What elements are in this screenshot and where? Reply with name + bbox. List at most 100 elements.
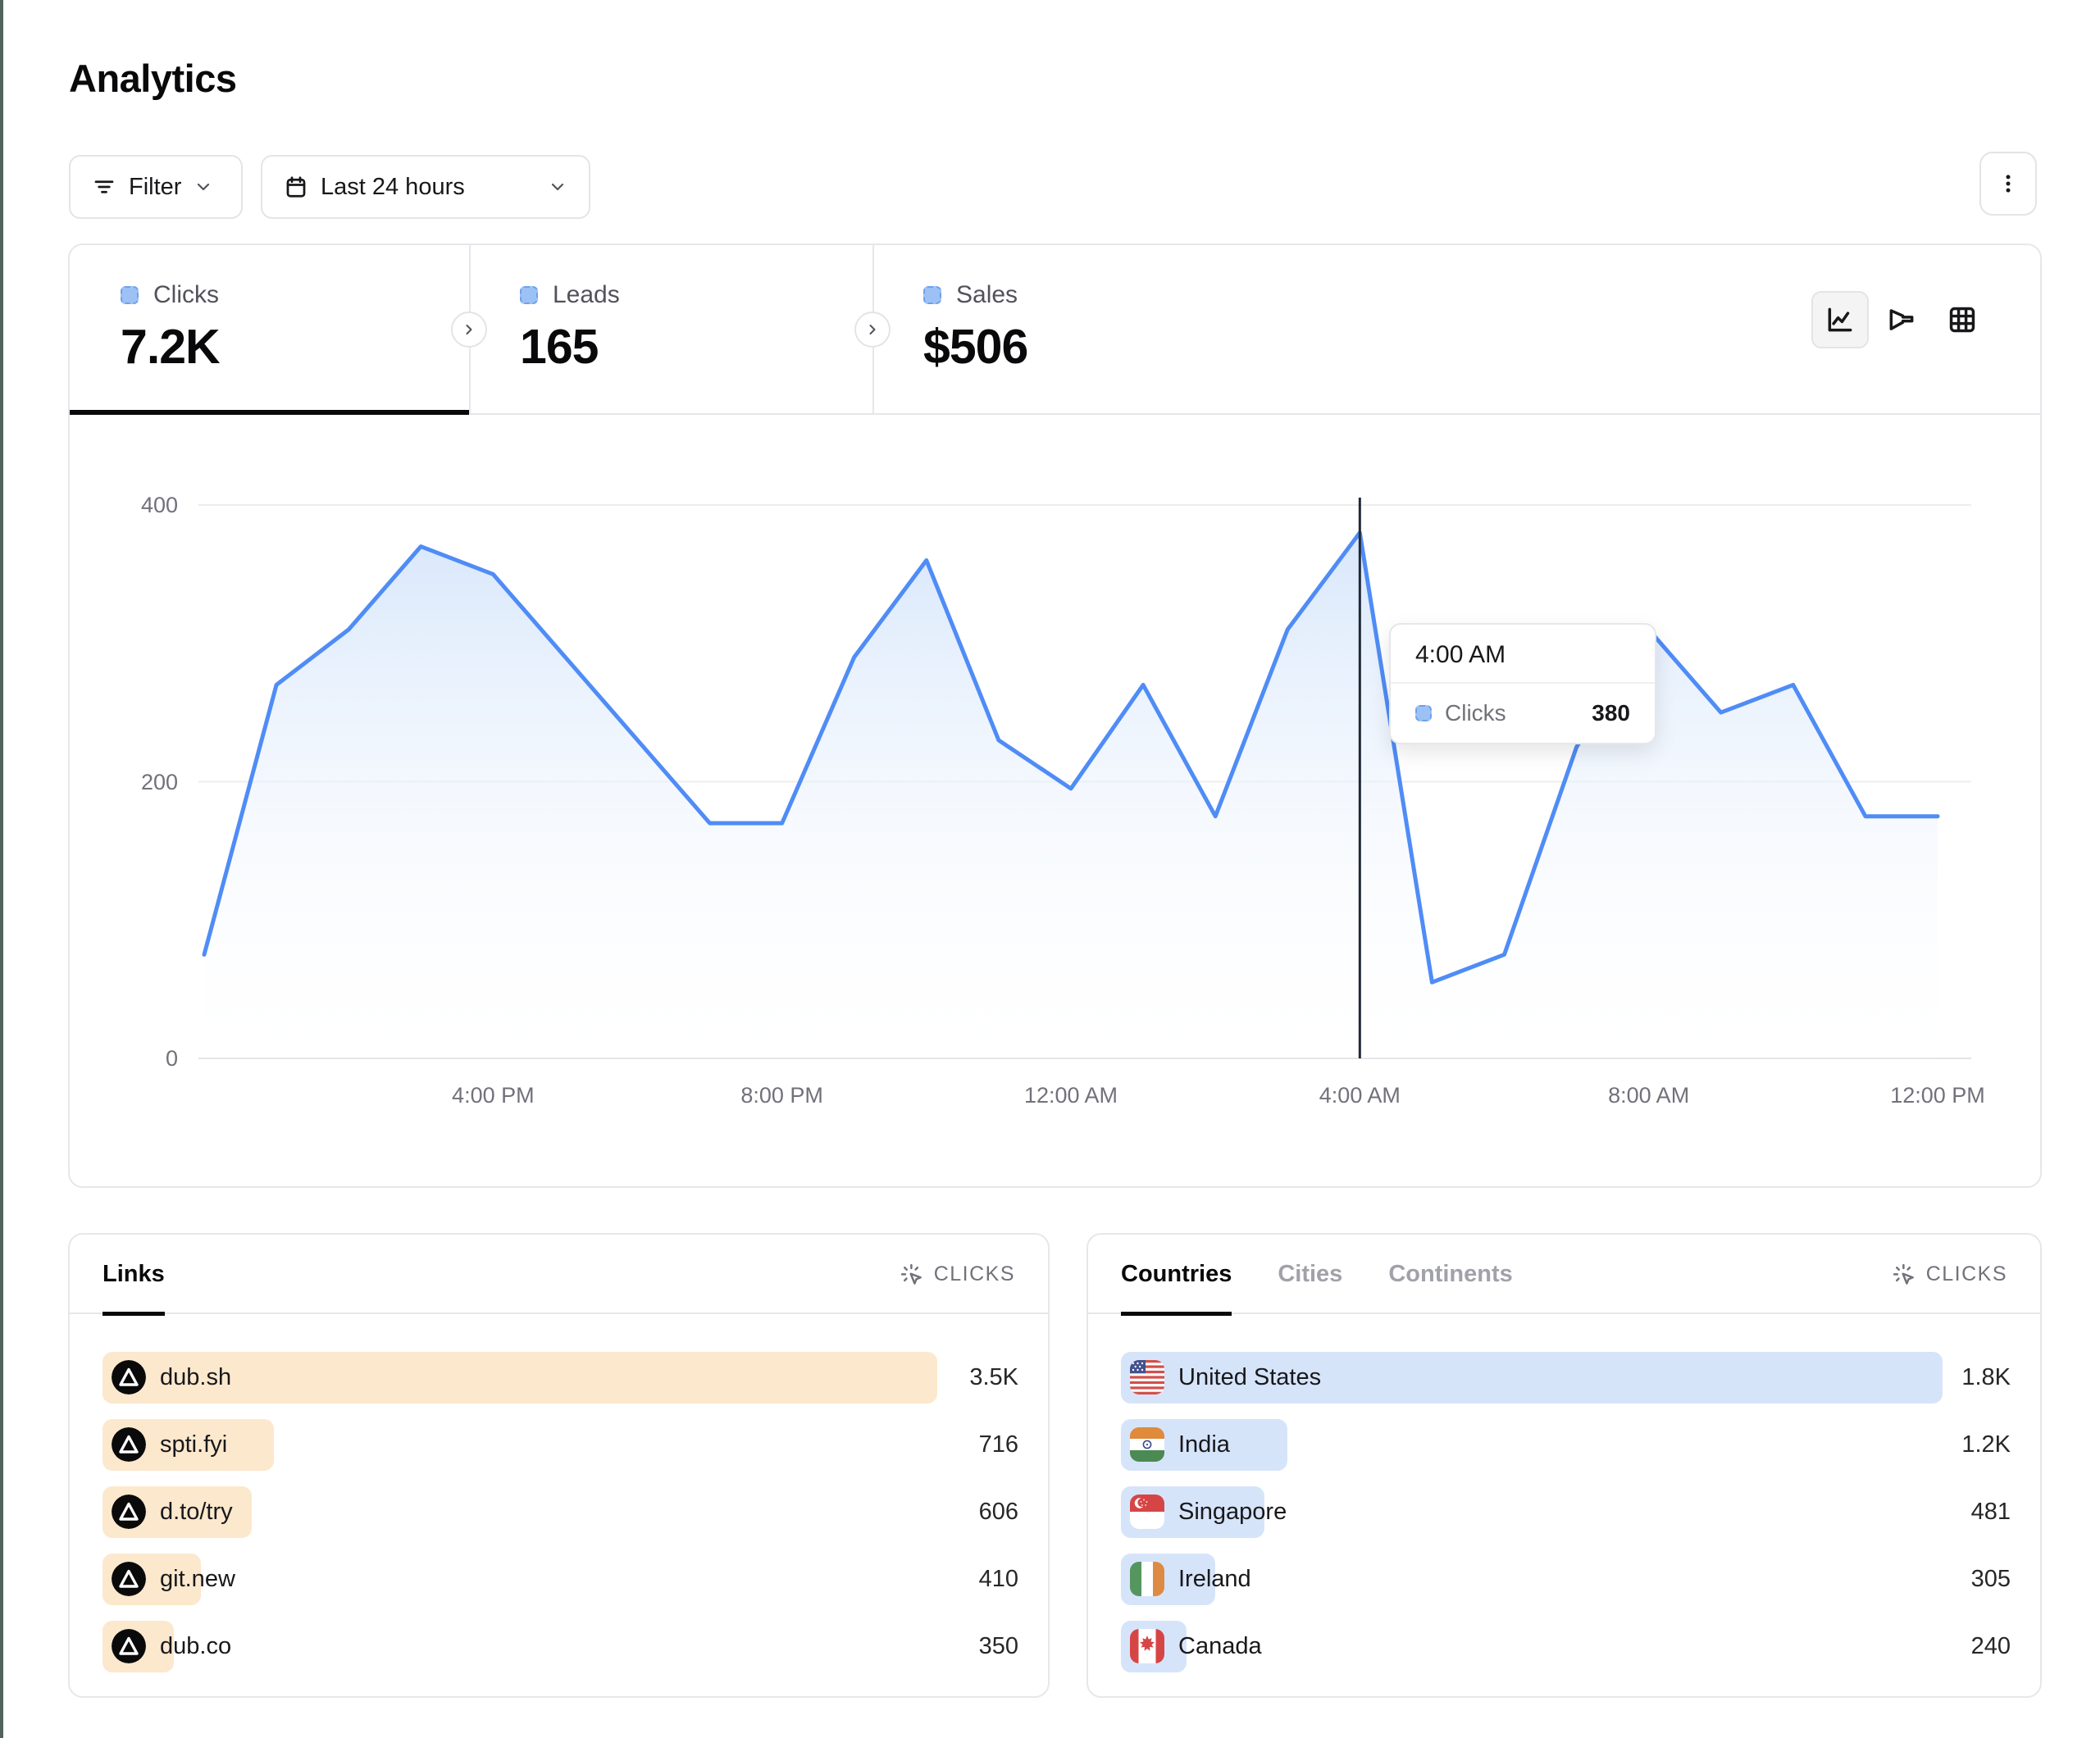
chart-tooltip: 4:00 AM Clicks 380 [1389,623,1656,744]
tab-label: Countries [1121,1261,1232,1288]
flag-ca-icon [1130,1629,1164,1663]
expand-sales-button[interactable] [854,312,891,348]
clicks-area-chart[interactable] [198,491,1971,1060]
chevron-down-icon [548,177,567,197]
row-label: United States [1178,1352,1321,1404]
country-row-canada[interactable]: Canada 240 [1121,1621,2011,1672]
stat-value: 165 [520,319,872,375]
flag-in-icon [1130,1427,1164,1462]
stat-label: Clicks [153,281,219,309]
row-value: 481 [1971,1486,2011,1538]
line-chart-view-button[interactable] [1811,291,1869,348]
metric-label: CLICKS [934,1263,1015,1286]
calendar-icon [284,175,308,199]
row-value: 1.2K [1961,1419,2011,1471]
y-tick-label: 200 [80,770,178,794]
stat-card-clicks[interactable]: Clicks 7.2K [70,245,469,415]
expand-leads-button[interactable] [451,312,487,348]
x-tick-label: 8:00 PM [713,1083,852,1108]
stat-value: $506 [923,319,1364,375]
country-row-singapore[interactable]: Singapore 481 [1121,1486,2011,1538]
leads-legend-icon [520,286,538,304]
tab-cities[interactable]: Cities [1278,1235,1342,1314]
row-label: Canada [1178,1621,1262,1672]
dub-logo-icon [112,1562,146,1596]
chevron-down-icon [194,177,213,197]
country-row-ireland[interactable]: Ireland 305 [1121,1554,2011,1605]
more-options-button[interactable] [1979,152,2037,216]
stat-card-sales[interactable]: Sales $506 [872,245,1364,415]
row-label: Ireland [1178,1554,1251,1605]
flag-ie-icon [1130,1562,1164,1596]
filter-button-label: Filter [129,174,181,201]
y-tick-label: 400 [80,493,178,517]
tab-continents[interactable]: Continents [1388,1235,1512,1314]
row-label: dub.co [160,1621,231,1672]
link-row-spti.fyi[interactable]: spti.fyi 716 [102,1419,1018,1471]
country-row-india[interactable]: India 1.2K [1121,1419,2011,1471]
line-chart-icon [1824,304,1856,335]
tab-label: Links [102,1261,165,1288]
clicks-legend-icon [1415,705,1432,721]
tooltip-series-label: Clicks [1445,700,1578,726]
tab-links[interactable]: Links [102,1235,165,1314]
row-label: Singapore [1178,1486,1287,1538]
dub-logo-icon [112,1427,146,1462]
kebab-menu-icon [1996,171,2020,196]
analytics-page: Analytics Filter Last 24 hours Clicks 7.… [0,0,2100,1738]
x-tick-label: 4:00 AM [1290,1083,1429,1108]
chevron-right-icon [864,321,881,338]
geo-metric-selector[interactable]: CLICKS [1892,1235,2007,1314]
stats-row: Clicks 7.2K Leads 165 Sales $506 [70,245,2040,415]
row-value: 350 [979,1621,1018,1672]
row-value: 305 [1971,1554,2011,1605]
x-tick-label: 4:00 PM [423,1083,563,1108]
dub-logo-icon [112,1360,146,1394]
grid-icon [1947,304,1978,335]
link-row-dub.sh[interactable]: dub.sh 3.5K [102,1352,1018,1404]
stat-label: Leads [553,281,620,309]
dub-logo-icon [112,1495,146,1529]
row-value: 240 [1971,1621,2011,1672]
y-tick-label: 0 [80,1046,178,1071]
row-label: spti.fyi [160,1419,227,1471]
funnel-view-button[interactable] [1884,302,1920,338]
chart-area-fill [204,533,1938,1058]
geo-panel: Countries Cities Continents CLICKS Unite… [1086,1233,2042,1698]
row-value: 1.8K [1961,1352,2011,1404]
stat-label: Sales [956,281,1018,309]
link-row-d.to/try[interactable]: d.to/try606 [102,1486,1018,1538]
flag-us-icon [1130,1360,1164,1394]
table-view-button[interactable] [1944,302,1980,338]
row-value: 3.5K [969,1352,1018,1404]
links-panel-header: Links CLICKS [70,1235,1048,1314]
link-row-dub.co[interactable]: dub.co 350 [102,1621,1018,1672]
x-tick-label: 12:00 AM [1001,1083,1141,1108]
row-label: India [1178,1419,1230,1471]
filter-button[interactable]: Filter [69,155,243,219]
dub-logo-icon [112,1629,146,1663]
links-metric-selector[interactable]: CLICKS [900,1235,1015,1314]
window-edge-divider [0,0,3,1738]
clicks-legend-icon [121,286,139,304]
country-row-united-states[interactable]: United States 1.8K [1121,1352,2011,1404]
cursor-click-icon [900,1263,924,1287]
sales-legend-icon [923,286,941,304]
links-panel: Links CLICKS dub.sh 3.5K spti.fyi 716 d.to/t… [68,1233,1050,1698]
funnel-icon [1886,304,1917,335]
date-range-button[interactable]: Last 24 hours [261,155,590,219]
flag-sg-icon [1130,1495,1164,1529]
row-label: git.new [160,1554,235,1605]
link-row-git.new[interactable]: git.new 410 [102,1554,1018,1605]
date-range-label: Last 24 hours [321,174,465,201]
row-value: 410 [979,1554,1018,1605]
row-label: dub.sh [160,1352,231,1404]
page-title: Analytics [69,56,236,101]
metric-label: CLICKS [1926,1263,2007,1286]
cursor-click-icon [1892,1263,1916,1287]
stat-card-leads[interactable]: Leads 165 [469,245,872,415]
stat-value: 7.2K [121,319,469,375]
row-value: 716 [979,1419,1018,1471]
row-value: 606 [979,1486,1018,1538]
tab-countries[interactable]: Countries [1121,1235,1232,1314]
